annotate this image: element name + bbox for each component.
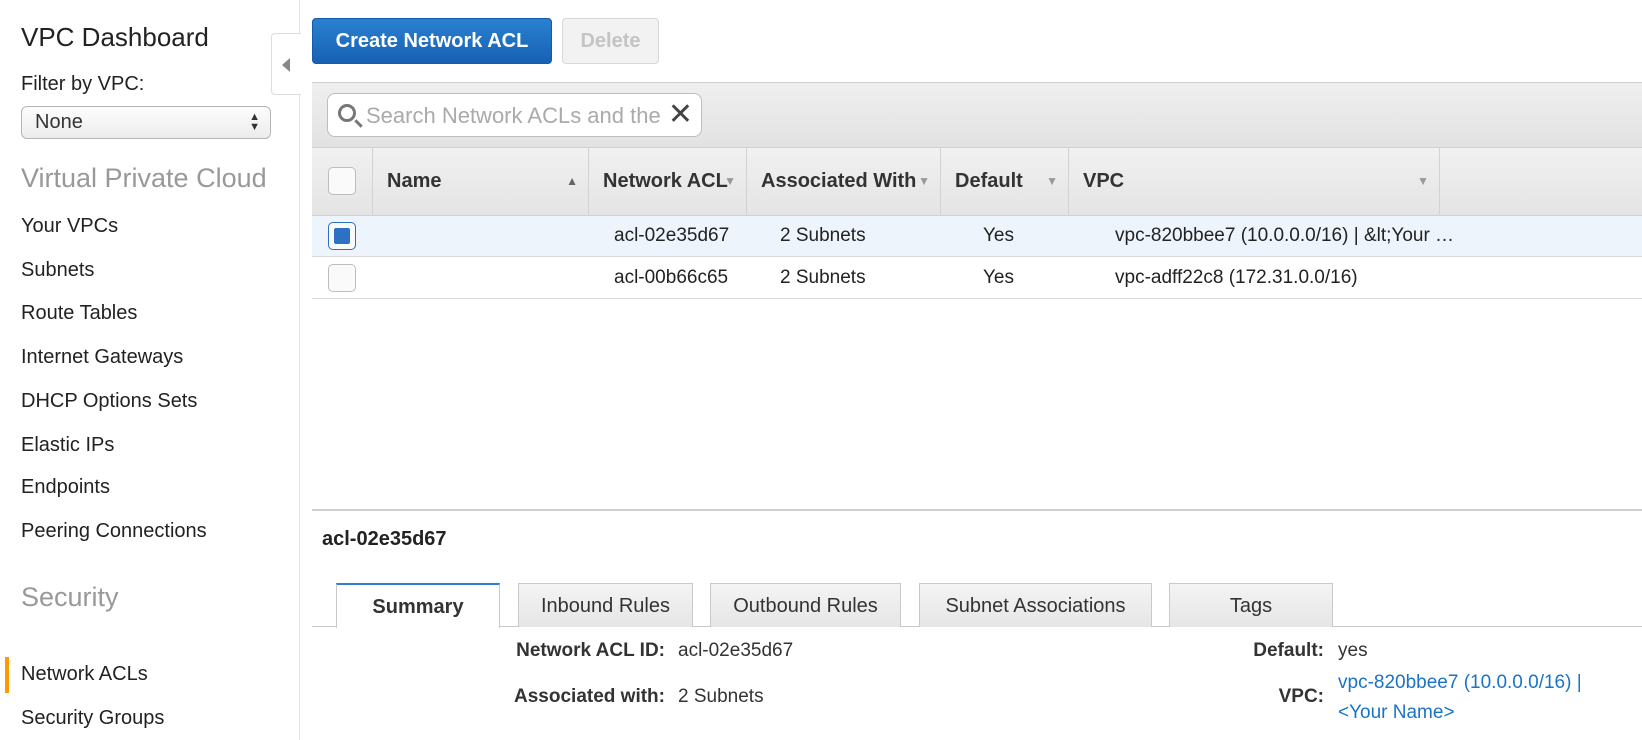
vpc-label: VPC: [1278, 686, 1324, 707]
sidebar-collapse-button[interactable] [271, 33, 301, 95]
column-header-name[interactable]: Name ▲ [372, 148, 588, 216]
sidebar-item-internet-gateways[interactable]: Internet Gateways [21, 346, 183, 369]
column-label-name: Name [387, 170, 442, 192]
sort-desc-icon: ▼ [724, 174, 736, 188]
sidebar-title[interactable]: VPC Dashboard [21, 22, 209, 53]
column-header-default[interactable]: Default ▼ [940, 148, 1068, 216]
column-label-vpc: VPC [1083, 170, 1125, 192]
filter-label: Filter by VPC: [21, 73, 145, 95]
table-row[interactable]: acl-00b66c65 2 Subnets Yes vpc-adff22c8 … [312, 258, 1642, 299]
vpc-link[interactable]: vpc-820bbee7 (10.0.0.0/16) | <Your Name> [1338, 668, 1582, 728]
vpc-link-line1: vpc-820bbee7 (10.0.0.0/16) | [1338, 672, 1582, 693]
tab-outbound-rules[interactable]: Outbound Rules [710, 583, 901, 627]
sidebar-item-route-tables[interactable]: Route Tables [21, 302, 137, 325]
sort-asc-icon: ▲ [566, 174, 578, 188]
tab-summary[interactable]: Summary [336, 583, 500, 628]
column-label-associated-with: Associated With [761, 170, 917, 192]
sidebar-item-dhcp-options[interactable]: DHCP Options Sets [21, 390, 197, 413]
select-all-checkbox[interactable] [328, 167, 356, 195]
active-item-indicator [5, 657, 9, 693]
section-heading-security: Security [21, 582, 119, 612]
cell-vpc: vpc-adff22c8 (172.31.0.0/16) [1115, 267, 1358, 288]
table-row[interactable]: acl-02e35d67 2 Subnets Yes vpc-820bbee7 … [312, 216, 1642, 257]
search-bar: ✕ [312, 82, 1642, 148]
tab-subnet-associations[interactable]: Subnet Associations [919, 583, 1152, 627]
delete-button[interactable]: Delete [562, 18, 659, 64]
default-label: Default: [1253, 640, 1324, 661]
cell-network-acl: acl-00b66c65 [614, 267, 729, 288]
sort-desc-icon: ▼ [1046, 174, 1058, 188]
vpc-filter-select[interactable]: None ▲ ▼ [21, 106, 271, 139]
cell-associated-with: 2 Subnets [780, 267, 866, 288]
tab-inbound-rules[interactable]: Inbound Rules [518, 583, 693, 627]
detail-title: acl-02e35d67 [322, 528, 447, 550]
column-header-network-acl[interactable]: Network ACL ▼ [588, 148, 746, 216]
sidebar-item-peering[interactable]: Peering Connections [21, 520, 207, 543]
cell-associated-with: 2 Subnets [780, 225, 866, 246]
search-input[interactable] [366, 102, 662, 130]
cell-default: Yes [983, 267, 1014, 288]
associated-with-value: 2 Subnets [678, 686, 764, 707]
acl-id-value: acl-02e35d67 [678, 640, 794, 661]
sidebar-item-your-vpcs[interactable]: Your VPCs [21, 215, 118, 238]
cell-vpc: vpc-820bbee7 (10.0.0.0/16) | &lt;Your … [1115, 225, 1455, 246]
tab-tags[interactable]: Tags [1169, 583, 1333, 627]
acl-id-label: Network ACL ID: [516, 640, 665, 661]
default-value: yes [1338, 640, 1368, 661]
sidebar-item-endpoints[interactable]: Endpoints [21, 476, 110, 499]
column-label-default: Default [955, 170, 1023, 192]
sort-desc-icon: ▼ [1417, 174, 1429, 188]
table-header: Name ▲ Network ACL ▼ Associated With ▼ D… [312, 148, 1642, 216]
search-icon [338, 104, 356, 122]
section-heading-vpc: Virtual Private Cloud [21, 163, 267, 193]
clear-icon[interactable]: ✕ [668, 98, 693, 132]
vpc-link-line2: <Your Name> [1338, 702, 1455, 723]
cell-default: Yes [983, 225, 1014, 246]
cell-network-acl: acl-02e35d67 [614, 225, 730, 246]
column-header-associated-with[interactable]: Associated With ▼ [746, 148, 940, 216]
column-label-network-acl: Network ACL [603, 170, 728, 192]
create-network-acl-button[interactable]: Create Network ACL [312, 18, 552, 64]
split-pane-divider[interactable] [312, 509, 1642, 511]
associated-with-label: Associated with: [514, 686, 665, 707]
search-box: ✕ [327, 93, 702, 137]
row-checkbox[interactable] [328, 222, 356, 250]
collapse-left-icon [282, 58, 290, 72]
sidebar-item-elastic-ips[interactable]: Elastic IPs [21, 434, 114, 457]
sidebar-item-subnets[interactable]: Subnets [21, 259, 94, 282]
select-arrows-icon: ▲ ▼ [249, 111, 260, 133]
sidebar-item-security-groups[interactable]: Security Groups [21, 707, 164, 730]
column-header-vpc[interactable]: VPC ▼ [1068, 148, 1440, 216]
row-checkbox[interactable] [328, 264, 356, 292]
sidebar: VPC Dashboard Filter by VPC: None ▲ ▼ Vir… [0, 0, 300, 740]
vpc-filter-value: None [35, 111, 83, 133]
sidebar-item-network-acls[interactable]: Network ACLs [21, 663, 148, 686]
sort-desc-icon: ▼ [918, 174, 930, 188]
